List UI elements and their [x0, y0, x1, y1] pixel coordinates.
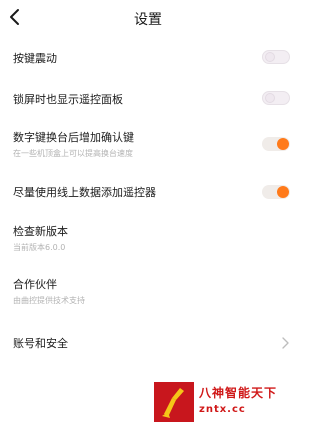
toggle-knob	[265, 93, 275, 103]
setting-online-data[interactable]: 尽量使用线上数据添加遥控器	[0, 178, 296, 204]
setting-label: 合作伙伴	[13, 278, 57, 291]
setting-label: 数字键换台后增加确认键	[13, 131, 134, 144]
setting-label: 锁屏时也显示遥控面板	[13, 93, 123, 106]
setting-account-security[interactable]: 账号和安全	[0, 330, 296, 356]
setting-digit-confirm[interactable]: 数字键换台后增加确认键 在一些机顶盒上可以提高换台速度	[0, 126, 296, 162]
watermark-line1: 八神智能天下	[199, 386, 278, 400]
setting-partners[interactable]: 合作伙伴 由曲控提供技术支持	[0, 273, 296, 309]
setting-subtitle: 在一些机顶盒上可以提高换台速度	[13, 149, 133, 158]
header: 设置	[0, 0, 296, 36]
digit-confirm-toggle[interactable]	[262, 137, 290, 151]
lockscreen-panel-toggle[interactable]	[262, 91, 290, 105]
setting-key-vibration[interactable]: 按键震动	[0, 44, 296, 70]
key-vibration-toggle[interactable]	[262, 50, 290, 64]
watermark-logo-icon	[154, 382, 194, 422]
setting-label: 按键震动	[13, 52, 57, 65]
toggle-knob	[277, 138, 289, 150]
watermark-line2: zntx.cc	[199, 404, 246, 415]
setting-label: 尽量使用线上数据添加遥控器	[13, 186, 156, 199]
version-text: 当前版本6.0.0	[13, 243, 66, 252]
watermark: 八神智能天下 zntx.cc	[154, 382, 296, 422]
setting-subtitle: 由曲控提供技术支持	[13, 296, 85, 305]
page-title: 设置	[134, 12, 162, 28]
toggle-knob	[277, 186, 289, 198]
toggle-knob	[265, 52, 275, 62]
chevron-right-icon	[282, 337, 289, 349]
online-data-toggle[interactable]	[262, 185, 290, 199]
setting-label: 检查新版本	[13, 225, 68, 238]
setting-lockscreen-panel[interactable]: 锁屏时也显示遥控面板	[0, 85, 296, 111]
setting-label: 账号和安全	[13, 337, 68, 350]
setting-check-update[interactable]: 检查新版本 当前版本6.0.0	[0, 220, 296, 256]
